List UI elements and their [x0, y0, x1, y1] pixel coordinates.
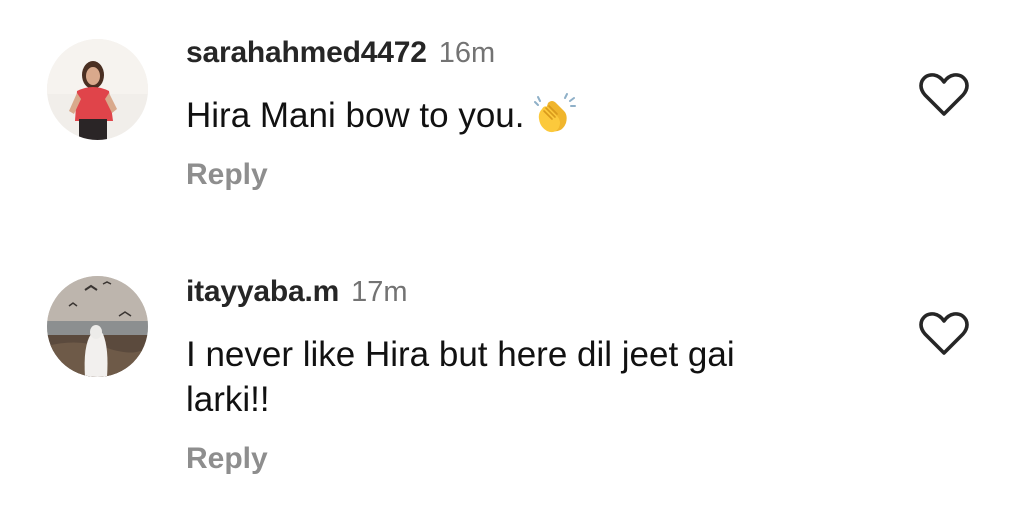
timestamp: 17m: [351, 276, 408, 308]
reply-button[interactable]: Reply: [186, 444, 268, 474]
comment-header: itayyaba.m 17m: [186, 277, 408, 307]
username-link[interactable]: itayyaba.m: [186, 275, 339, 308]
reply-button[interactable]: Reply: [186, 160, 268, 190]
comment-text-body: Hira Mani bow to you.: [186, 96, 525, 135]
username-link[interactable]: sarahahmed4472: [186, 36, 427, 69]
comment-text: Hira Mani bow to you.: [186, 93, 826, 146]
heart-outline-icon[interactable]: [918, 311, 970, 357]
avatar[interactable]: [47, 39, 148, 140]
comment-text: I never like Hira but here dil jeet gai …: [186, 335, 735, 419]
avatar-photo: [47, 276, 148, 377]
comment-item: itayyaba.m 17m I never like Hira but here…: [0, 240, 1024, 525]
comment-header: sarahahmed4472 16m: [186, 38, 495, 68]
avatar-photo: [47, 39, 148, 140]
clapping-hands-icon: [534, 93, 577, 146]
timestamp: 16m: [438, 37, 496, 69]
avatar[interactable]: [47, 276, 148, 377]
comment-item: sarahahmed4472 16m Hira Mani bow to you. …: [0, 0, 1024, 240]
heart-outline-icon[interactable]: [918, 72, 970, 118]
